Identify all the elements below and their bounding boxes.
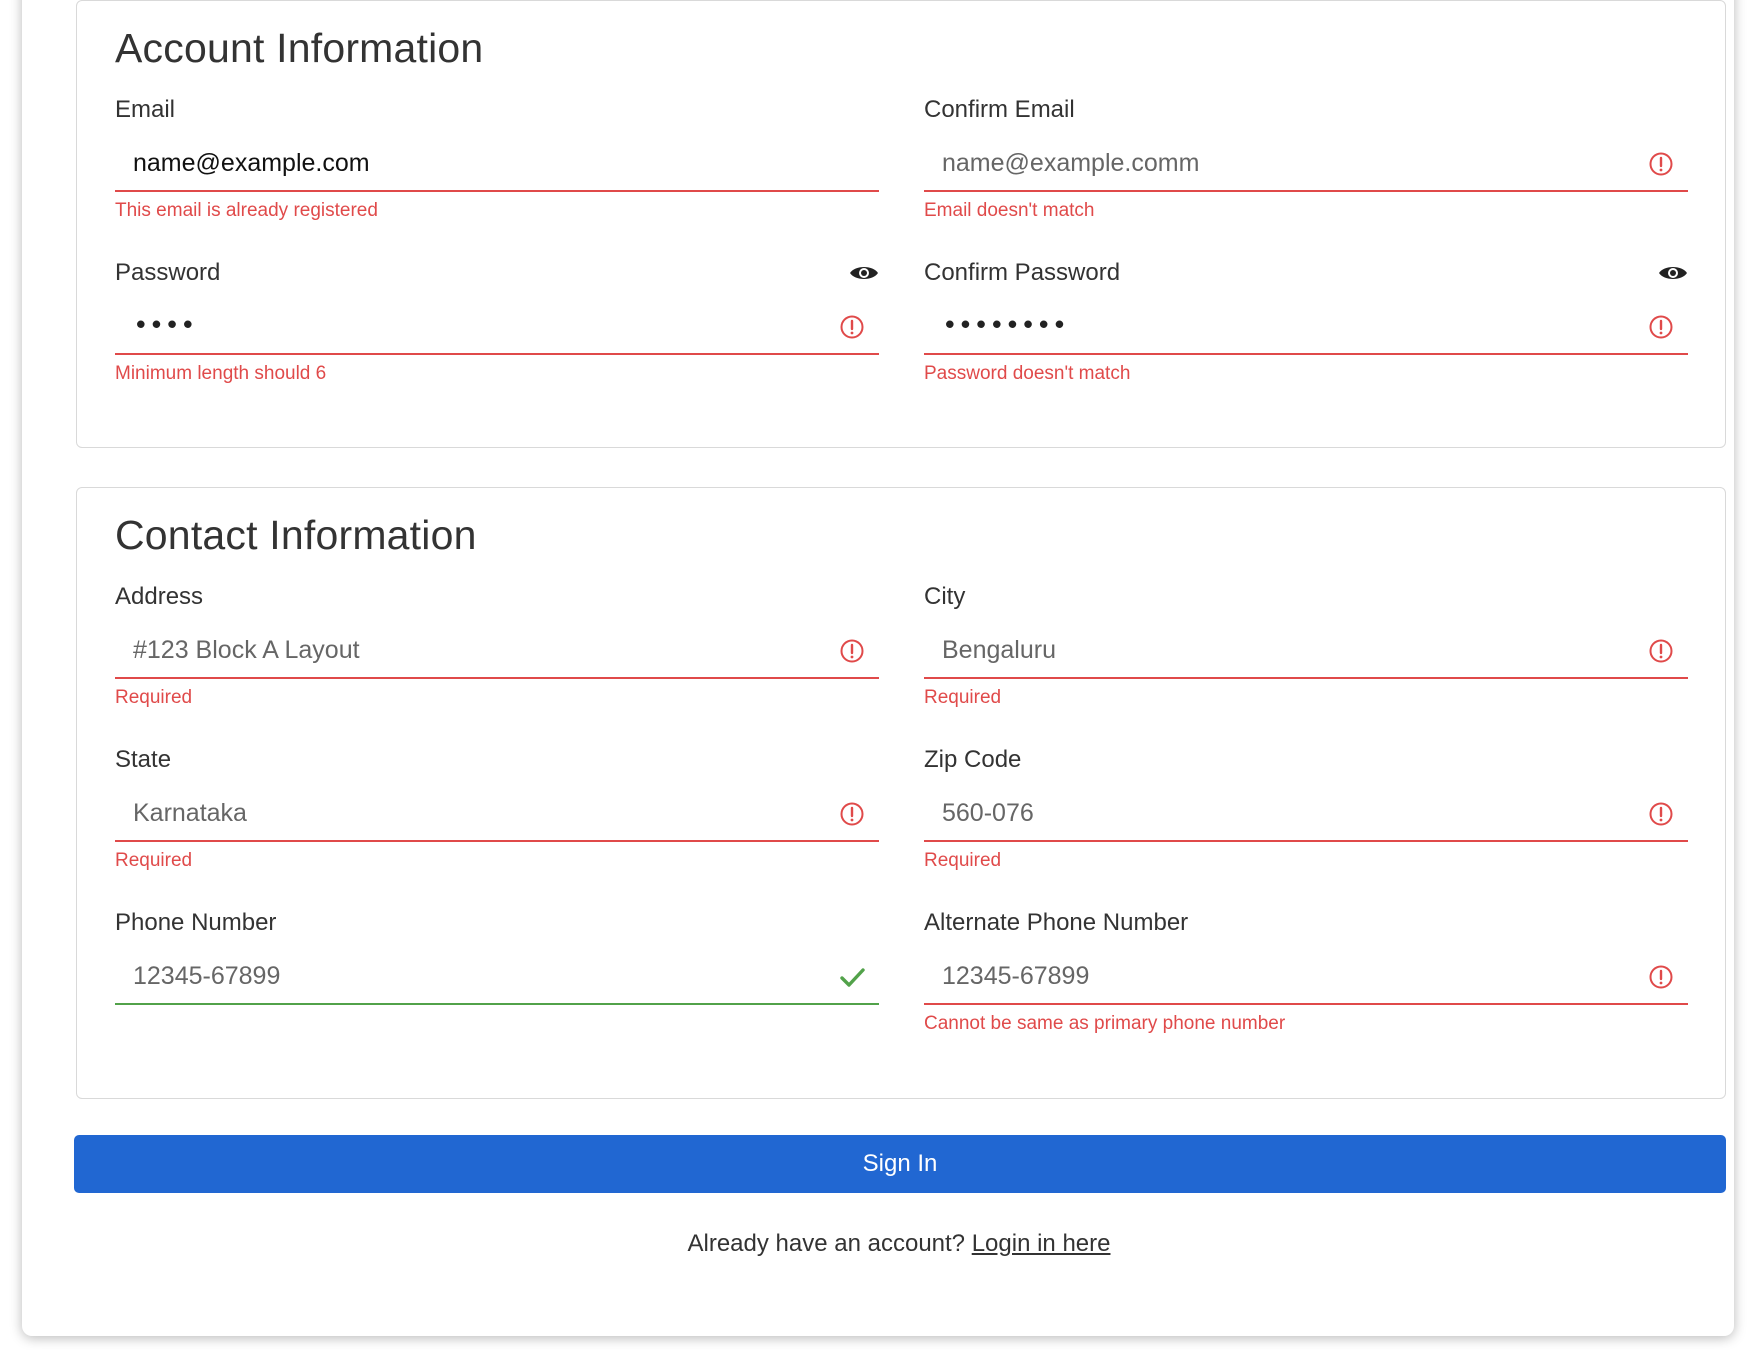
city-input[interactable]: [942, 623, 1602, 677]
city-label: City: [924, 583, 966, 610]
contact-information-section: Contact Information Address Required Cit…: [76, 487, 1726, 1099]
city-error: Required: [924, 687, 1002, 708]
confirm-password-error: Password doesn't match: [924, 363, 1131, 384]
zip-code-input-wrap: [924, 786, 1688, 842]
password-input[interactable]: [133, 299, 793, 353]
eye-icon[interactable]: [1658, 263, 1688, 283]
address-input-wrap: [115, 623, 879, 679]
login-link[interactable]: Login in here: [972, 1230, 1111, 1257]
password-error: Minimum length should 6: [115, 363, 327, 384]
confirm-email-label: Confirm Email: [924, 96, 1075, 123]
error-circle-icon: [1649, 152, 1673, 176]
password-field-group: Password Minimum length should 6: [115, 259, 879, 419]
confirm-password-input[interactable]: [942, 299, 1602, 353]
eye-icon[interactable]: [849, 263, 879, 283]
password-label: Password: [115, 259, 221, 286]
address-error: Required: [115, 687, 193, 708]
confirm-password-input-wrap: [924, 299, 1688, 355]
error-circle-icon: [1649, 965, 1673, 989]
phone-label: Phone Number: [115, 909, 277, 936]
checkmark-icon: [840, 968, 865, 987]
error-circle-icon: [840, 639, 864, 663]
confirm-email-field-group: Confirm Email Email doesn't match: [924, 96, 1688, 256]
zip-code-input[interactable]: [942, 786, 1602, 840]
account-section-title: Account Information: [115, 25, 484, 71]
state-label: State: [115, 746, 172, 773]
zip-code-field-group: Zip Code Required: [924, 746, 1688, 906]
address-input[interactable]: [133, 623, 793, 677]
email-error: This email is already registered: [115, 200, 378, 221]
contact-section-title: Contact Information: [115, 512, 477, 558]
address-label: Address: [115, 583, 204, 610]
phone-input[interactable]: [133, 949, 793, 1003]
state-field-group: State Required: [115, 746, 879, 906]
registration-card: Account Information Email This email is …: [22, 0, 1734, 1336]
city-field-group: City Required: [924, 583, 1688, 743]
phone-input-wrap: [115, 949, 879, 1005]
error-circle-icon: [1649, 639, 1673, 663]
confirm-password-label: Confirm Password: [924, 259, 1121, 286]
account-information-section: Account Information Email This email is …: [76, 0, 1726, 448]
confirm-email-input[interactable]: [942, 136, 1602, 190]
confirm-email-error: Email doesn't match: [924, 200, 1095, 221]
error-circle-icon: [1649, 802, 1673, 826]
confirm-password-field-group: Confirm Password Password doesn't match: [924, 259, 1688, 419]
email-input-wrap: [115, 136, 879, 192]
alternate-phone-input-wrap: [924, 949, 1688, 1005]
email-field-group: Email This email is already registered: [115, 96, 879, 256]
error-circle-icon: [1649, 315, 1673, 339]
email-label: Email: [115, 96, 176, 123]
email-input[interactable]: [133, 136, 793, 190]
city-input-wrap: [924, 623, 1688, 679]
zip-code-label: Zip Code: [924, 746, 1022, 773]
confirm-email-input-wrap: [924, 136, 1688, 192]
login-prompt-text: Already have an account?: [687, 1230, 966, 1257]
error-circle-icon: [840, 315, 864, 339]
state-input-wrap: [115, 786, 879, 842]
alternate-phone-error: Cannot be same as primary phone number: [924, 1013, 1286, 1034]
alternate-phone-field-group: Alternate Phone Number Cannot be same as…: [924, 909, 1688, 1069]
password-input-wrap: [115, 299, 879, 355]
alternate-phone-input[interactable]: [942, 949, 1602, 1003]
error-circle-icon: [840, 802, 864, 826]
login-prompt-line: Already have an account? Login in here: [22, 1230, 1754, 1258]
state-error: Required: [115, 850, 193, 871]
sign-in-button[interactable]: Sign In: [74, 1135, 1726, 1193]
zip-code-error: Required: [924, 850, 1002, 871]
alternate-phone-label: Alternate Phone Number: [924, 909, 1189, 936]
state-input[interactable]: [133, 786, 793, 840]
phone-field-group: Phone Number: [115, 909, 879, 1069]
address-field-group: Address Required: [115, 583, 879, 743]
